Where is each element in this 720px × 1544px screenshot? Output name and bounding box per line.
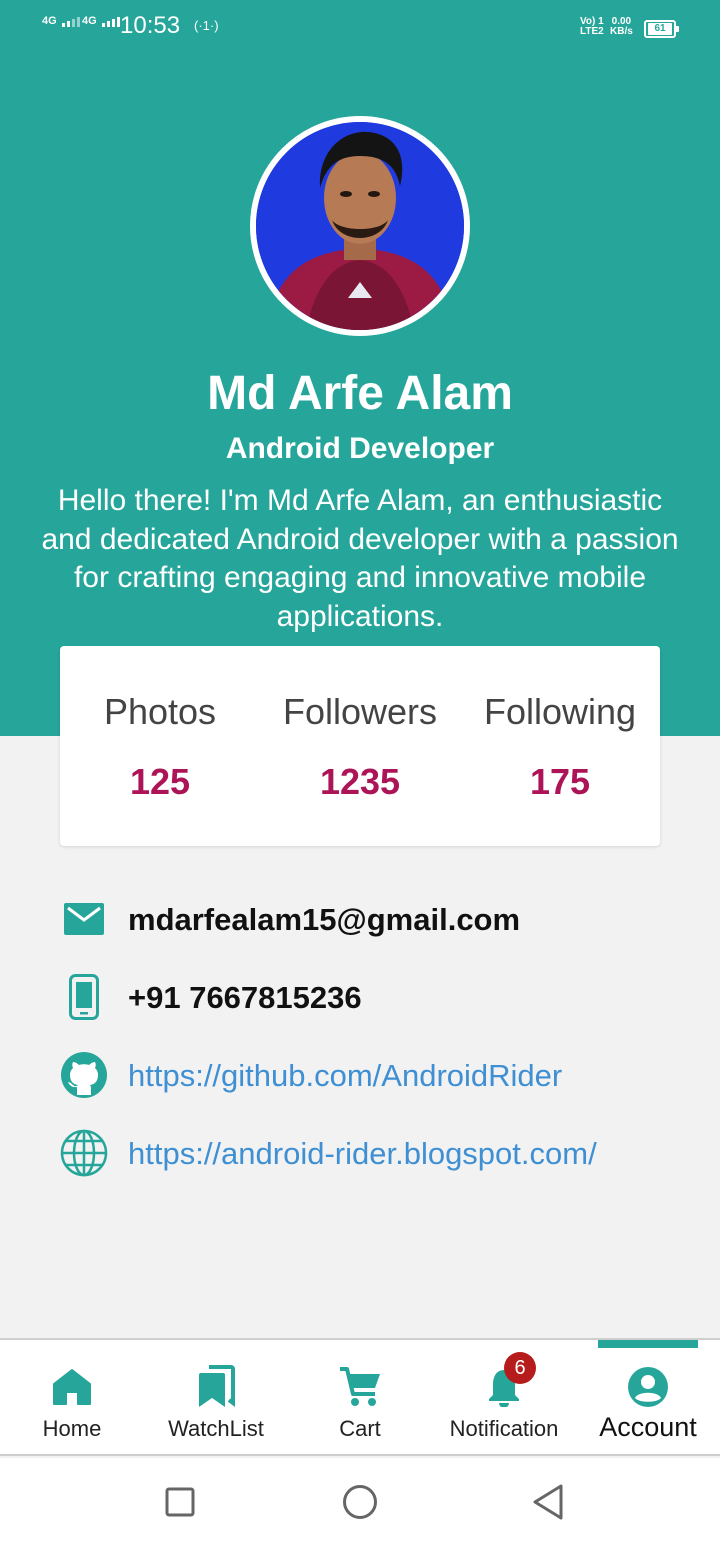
nav-home[interactable]: Home [0, 1340, 144, 1456]
stat-value: 125 [129, 761, 191, 802]
status-bar: 4G 4G 10:53 (·1·) Vo) 1 LTE2 0.00 KB/s 6… [0, 0, 720, 56]
system-navigation-bar [0, 1458, 720, 1544]
contact-github[interactable]: https://github.com/AndroidRider [58, 1050, 698, 1100]
contact-phone[interactable]: +91 7667815236 [58, 972, 698, 1022]
lte-label: LTE2 [580, 26, 604, 37]
profile-name: Md Arfe Alam [207, 367, 513, 420]
stat-followers[interactable]: Followers 1235 [260, 646, 460, 846]
stat-photos[interactable]: Photos 125 [60, 646, 260, 846]
nav-label: Home [42, 1416, 102, 1441]
stat-label: Following [483, 691, 637, 732]
home-system-button[interactable] [340, 1482, 380, 1522]
signal-bars-icon [101, 17, 120, 27]
signal-bars-icon [61, 17, 80, 27]
email-text: mdarfealam15@gmail.com [128, 902, 521, 937]
volte-indicator: Vo) 1 LTE2 [580, 17, 604, 37]
nav-watchlist[interactable]: WatchList [144, 1340, 288, 1456]
phone-text: +91 7667815236 [128, 980, 362, 1015]
nav-notification[interactable]: Notification [432, 1340, 576, 1456]
hotspot-icon: (·1·) [194, 18, 219, 33]
profile-photo [256, 122, 464, 330]
profile-avatar[interactable] [250, 116, 470, 336]
sim2-signal: 4G [82, 16, 120, 27]
stat-following[interactable]: Following 175 [460, 646, 660, 846]
globe-icon [58, 1128, 110, 1178]
home-icon [47, 1362, 97, 1412]
contact-website[interactable]: https://android-rider.blogspot.com/ [58, 1128, 698, 1178]
nav-label: Account [599, 1412, 697, 1442]
bottom-navigation: Home WatchList Cart Notification Account [0, 1338, 720, 1456]
bookmarks-icon [191, 1362, 241, 1412]
account-icon [623, 1362, 673, 1412]
square-icon [165, 1487, 195, 1517]
nav-cart[interactable]: Cart [288, 1340, 432, 1456]
triangle-back-icon [533, 1484, 563, 1520]
network-speed: 0.00 KB/s [610, 17, 633, 37]
battery-level: 61 [648, 23, 672, 35]
contact-email[interactable]: mdarfealam15@gmail.com [58, 894, 698, 944]
nav-label: Cart [339, 1416, 381, 1441]
sim1-signal: 4G [42, 16, 80, 27]
phone-icon [58, 972, 110, 1022]
nav-label: WatchList [168, 1416, 264, 1441]
stat-value: 1235 [319, 761, 401, 802]
sim1-network-type: 4G [42, 15, 57, 27]
recents-button[interactable] [160, 1482, 200, 1522]
stat-label: Followers [282, 691, 438, 732]
stat-label: Photos [103, 691, 217, 732]
nav-label: Notification [449, 1416, 559, 1441]
email-icon [58, 894, 110, 944]
stat-value: 175 [529, 761, 591, 802]
github-icon [58, 1050, 110, 1100]
stats-card: Photos 125 Followers 1235 Following 175 [60, 646, 660, 846]
circle-icon [343, 1485, 377, 1519]
notification-badge: 6 [504, 1352, 536, 1384]
website-link[interactable]: https://android-rider.blogspot.com/ [128, 1136, 597, 1172]
battery-icon: 61 [644, 20, 679, 38]
github-link[interactable]: https://github.com/AndroidRider [128, 1058, 562, 1094]
speed-unit: KB/s [610, 26, 633, 37]
clock: 10:53 [120, 12, 181, 39]
profile-role: Android Developer [225, 432, 495, 465]
nav-account[interactable]: Account [576, 1340, 720, 1456]
back-button[interactable] [528, 1482, 568, 1522]
cart-icon [335, 1362, 385, 1412]
profile-bio: Hello there! I'm Md Arfe Alam, an enthus… [41, 484, 679, 633]
sim2-network-type: 4G [82, 15, 97, 27]
